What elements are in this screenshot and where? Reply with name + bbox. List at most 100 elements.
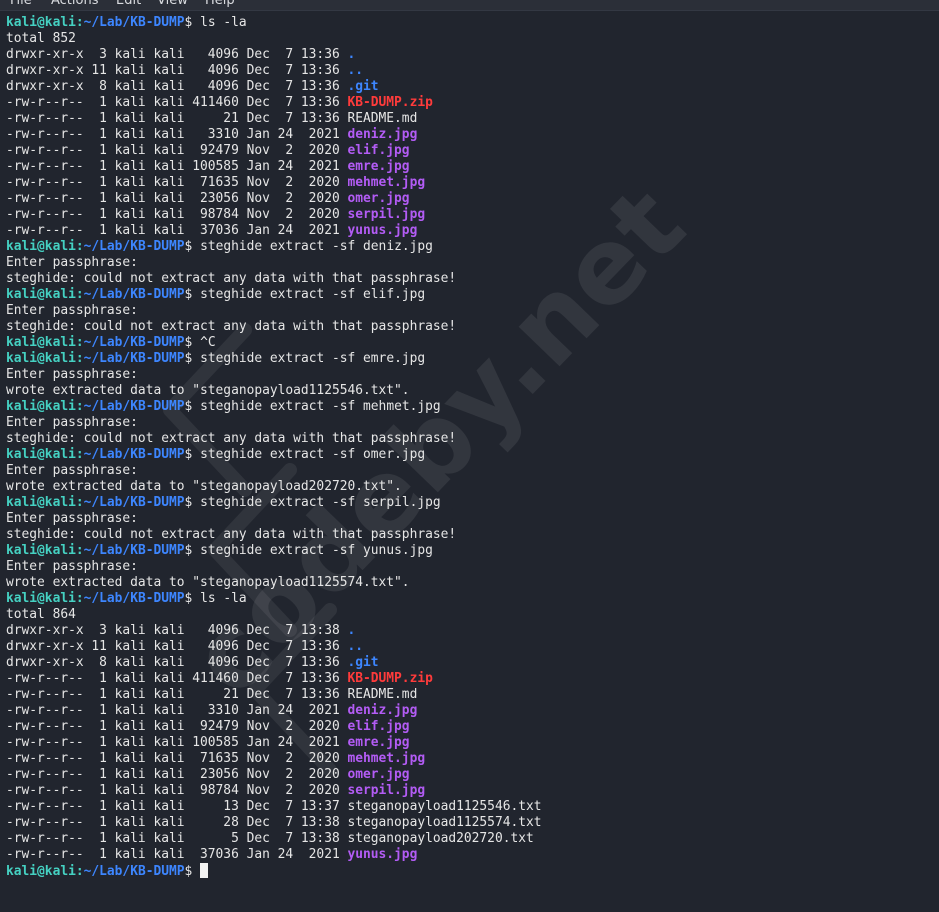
- file-entry-name: .git: [347, 79, 379, 94]
- file-entry-name: .: [347, 47, 356, 62]
- prompt-symbol: $: [184, 335, 193, 350]
- file-entry-details: -rw-r--r-- 1 kali kali 92479 Nov 2 2020: [6, 719, 348, 734]
- command-text: ls -la: [200, 591, 247, 606]
- prompt-symbol: $: [184, 447, 193, 462]
- file-entry-details: -rw-r--r-- 1 kali kali 37036 Jan 24 2021: [6, 223, 348, 238]
- prompt-user: kali@kali: [6, 351, 76, 366]
- output-line: Enter passphrase:: [6, 511, 138, 526]
- prompt-path: ~/Lab/KB-DUMP: [83, 864, 185, 879]
- file-entry-name: omer.jpg: [347, 191, 410, 206]
- output-line: Enter passphrase:: [6, 303, 138, 318]
- menu-view[interactable]: View: [157, 0, 188, 8]
- file-entry-row: -rw-r--r-- 1 kali kali 21 Dec 7 13:36 RE…: [6, 111, 931, 127]
- output-line: steghide: could not extract any data wit…: [6, 319, 457, 334]
- output-line: Enter passphrase:: [6, 559, 138, 574]
- prompt-line: kali@kali:~/Lab/KB-DUMP$ steghide extrac…: [6, 239, 931, 255]
- prompt-user: kali@kali: [6, 591, 76, 606]
- file-entry-name: omer.jpg: [347, 767, 410, 782]
- prompt-path: ~/Lab/KB-DUMP: [83, 351, 185, 366]
- prompt-line: kali@kali:~/Lab/KB-DUMP$ ^C: [6, 335, 931, 351]
- output-line: steghide: could not extract any data wit…: [6, 431, 457, 446]
- prompt-user: kali@kali: [6, 864, 76, 879]
- file-entry-row: -rw-r--r-- 1 kali kali 92479 Nov 2 2020 …: [6, 719, 931, 735]
- prompt-symbol: $: [184, 239, 193, 254]
- prompt-separator: :: [75, 351, 84, 366]
- file-entry-name: ..: [347, 639, 364, 654]
- file-entry-details: -rw-r--r-- 1 kali kali 92479 Nov 2 2020: [6, 143, 348, 158]
- file-entry-row: -rw-r--r-- 1 kali kali 71635 Nov 2 2020 …: [6, 175, 931, 191]
- command-text: steghide extract -sf yunus.jpg: [200, 543, 433, 558]
- file-entry-row: -rw-r--r-- 1 kali kali 28 Dec 7 13:38 st…: [6, 815, 931, 831]
- prompt-user: kali@kali: [6, 239, 76, 254]
- prompt-path: ~/Lab/KB-DUMP: [83, 15, 185, 30]
- file-entry-row: -rw-r--r-- 1 kali kali 98784 Nov 2 2020 …: [6, 207, 931, 223]
- file-entry-name: steganopayload1125574.txt: [347, 815, 542, 830]
- terminal-output[interactable]: kali@kali:~/Lab/KB-DUMP$ ls -la total 852…: [6, 15, 931, 879]
- menu-actions[interactable]: Actions: [51, 0, 99, 8]
- file-entry-name: KB-DUMP.zip: [347, 95, 433, 110]
- file-entry-row: -rw-r--r-- 1 kali kali 3310 Jan 24 2021 …: [6, 127, 931, 143]
- menu-help[interactable]: Help: [205, 0, 235, 8]
- file-entry-row: drwxr-xr-x 3 kali kali 4096 Dec 7 13:38 …: [6, 623, 931, 639]
- prompt-path: ~/Lab/KB-DUMP: [83, 447, 185, 462]
- terminal-cursor[interactable]: [200, 863, 209, 878]
- command-text: steghide extract -sf elif.jpg: [200, 287, 426, 302]
- file-entry-details: -rw-r--r-- 1 kali kali 100585 Jan 24 202…: [6, 159, 348, 174]
- file-entry-row: -rw-r--r-- 1 kali kali 37036 Jan 24 2021…: [6, 223, 931, 239]
- prompt-symbol: $: [184, 351, 193, 366]
- output-line: Enter passphrase:: [6, 255, 138, 270]
- output-line: wrote extracted data to "steganopayload1…: [6, 383, 410, 398]
- file-entry-row: -rw-r--r-- 1 kali kali 23056 Nov 2 2020 …: [6, 767, 931, 783]
- file-entry-row: drwxr-xr-x 8 kali kali 4096 Dec 7 13:36 …: [6, 655, 931, 671]
- prompt-path: ~/Lab/KB-DUMP: [83, 239, 185, 254]
- prompt-path: ~/Lab/KB-DUMP: [83, 287, 185, 302]
- file-entry-row: -rw-r--r-- 1 kali kali 23056 Nov 2 2020 …: [6, 191, 931, 207]
- file-entry-name: deniz.jpg: [347, 703, 418, 718]
- prompt-path: ~/Lab/KB-DUMP: [83, 399, 185, 414]
- file-entry-name: deniz.jpg: [347, 127, 418, 142]
- file-entry-name: ..: [347, 63, 364, 78]
- file-entry-details: drwxr-xr-x 3 kali kali 4096 Dec 7 13:36: [6, 47, 348, 62]
- file-entry-details: -rw-r--r-- 1 kali kali 23056 Nov 2 2020: [6, 767, 348, 782]
- command-text: steghide extract -sf serpil.jpg: [200, 495, 441, 510]
- prompt-line: kali@kali:~/Lab/KB-DUMP$ steghide extrac…: [6, 543, 931, 559]
- file-entry-name: serpil.jpg: [347, 783, 426, 798]
- prompt-line: kali@kali:~/Lab/KB-DUMP$ steghide extrac…: [6, 447, 931, 463]
- prompt-separator: :: [75, 15, 84, 30]
- prompt-line: kali@kali:~/Lab/KB-DUMP$ ls -la: [6, 15, 931, 31]
- command-text: steghide extract -sf emre.jpg: [200, 351, 426, 366]
- file-entry-details: -rw-r--r-- 1 kali kali 23056 Nov 2 2020: [6, 191, 348, 206]
- file-entry-name: elif.jpg: [347, 143, 410, 158]
- prompt-separator: :: [75, 335, 84, 350]
- file-entry-name: README.md: [347, 111, 418, 126]
- file-entry-name: mehmet.jpg: [347, 751, 426, 766]
- output-line: total 864: [6, 607, 76, 622]
- file-entry-details: -rw-r--r-- 1 kali kali 100585 Jan 24 202…: [6, 735, 348, 750]
- menu-file[interactable]: File: [10, 0, 32, 8]
- file-entry-name: elif.jpg: [347, 719, 410, 734]
- prompt-separator: :: [75, 239, 84, 254]
- command-text: steghide extract -sf deniz.jpg: [200, 239, 433, 254]
- output-line: Enter passphrase:: [6, 463, 138, 478]
- prompt-separator: :: [75, 591, 84, 606]
- file-entry-name: yunus.jpg: [347, 223, 418, 238]
- prompt-separator: :: [75, 543, 84, 558]
- output-line: Enter passphrase:: [6, 367, 138, 382]
- prompt-separator: :: [75, 287, 84, 302]
- file-entry-name: emre.jpg: [347, 735, 410, 750]
- prompt-separator: :: [75, 447, 84, 462]
- prompt-line: kali@kali:~/Lab/KB-DUMP$ steghide extrac…: [6, 399, 931, 415]
- file-entry-details: -rw-r--r-- 1 kali kali 5 Dec 7 13:38: [6, 831, 348, 846]
- menu-edit[interactable]: Edit: [116, 0, 141, 8]
- file-entry-row: -rw-r--r-- 1 kali kali 13 Dec 7 13:37 st…: [6, 799, 931, 815]
- file-entry-row: -rw-r--r-- 1 kali kali 21 Dec 7 13:36 RE…: [6, 687, 931, 703]
- prompt-separator: :: [75, 864, 84, 879]
- file-entry-details: -rw-r--r-- 1 kali kali 21 Dec 7 13:36: [6, 687, 348, 702]
- command-text: steghide extract -sf mehmet.jpg: [200, 399, 441, 414]
- file-entry-row: drwxr-xr-x 11 kali kali 4096 Dec 7 13:36…: [6, 639, 931, 655]
- menu-bar: File Actions Edit View Help: [0, 0, 939, 11]
- prompt-line: kali@kali:~/Lab/KB-DUMP$ steghide extrac…: [6, 351, 931, 367]
- file-entry-details: -rw-r--r-- 1 kali kali 71635 Nov 2 2020: [6, 751, 348, 766]
- file-entry-row: -rw-r--r-- 1 kali kali 411460 Dec 7 13:3…: [6, 95, 931, 111]
- file-entry-name: .git: [347, 655, 379, 670]
